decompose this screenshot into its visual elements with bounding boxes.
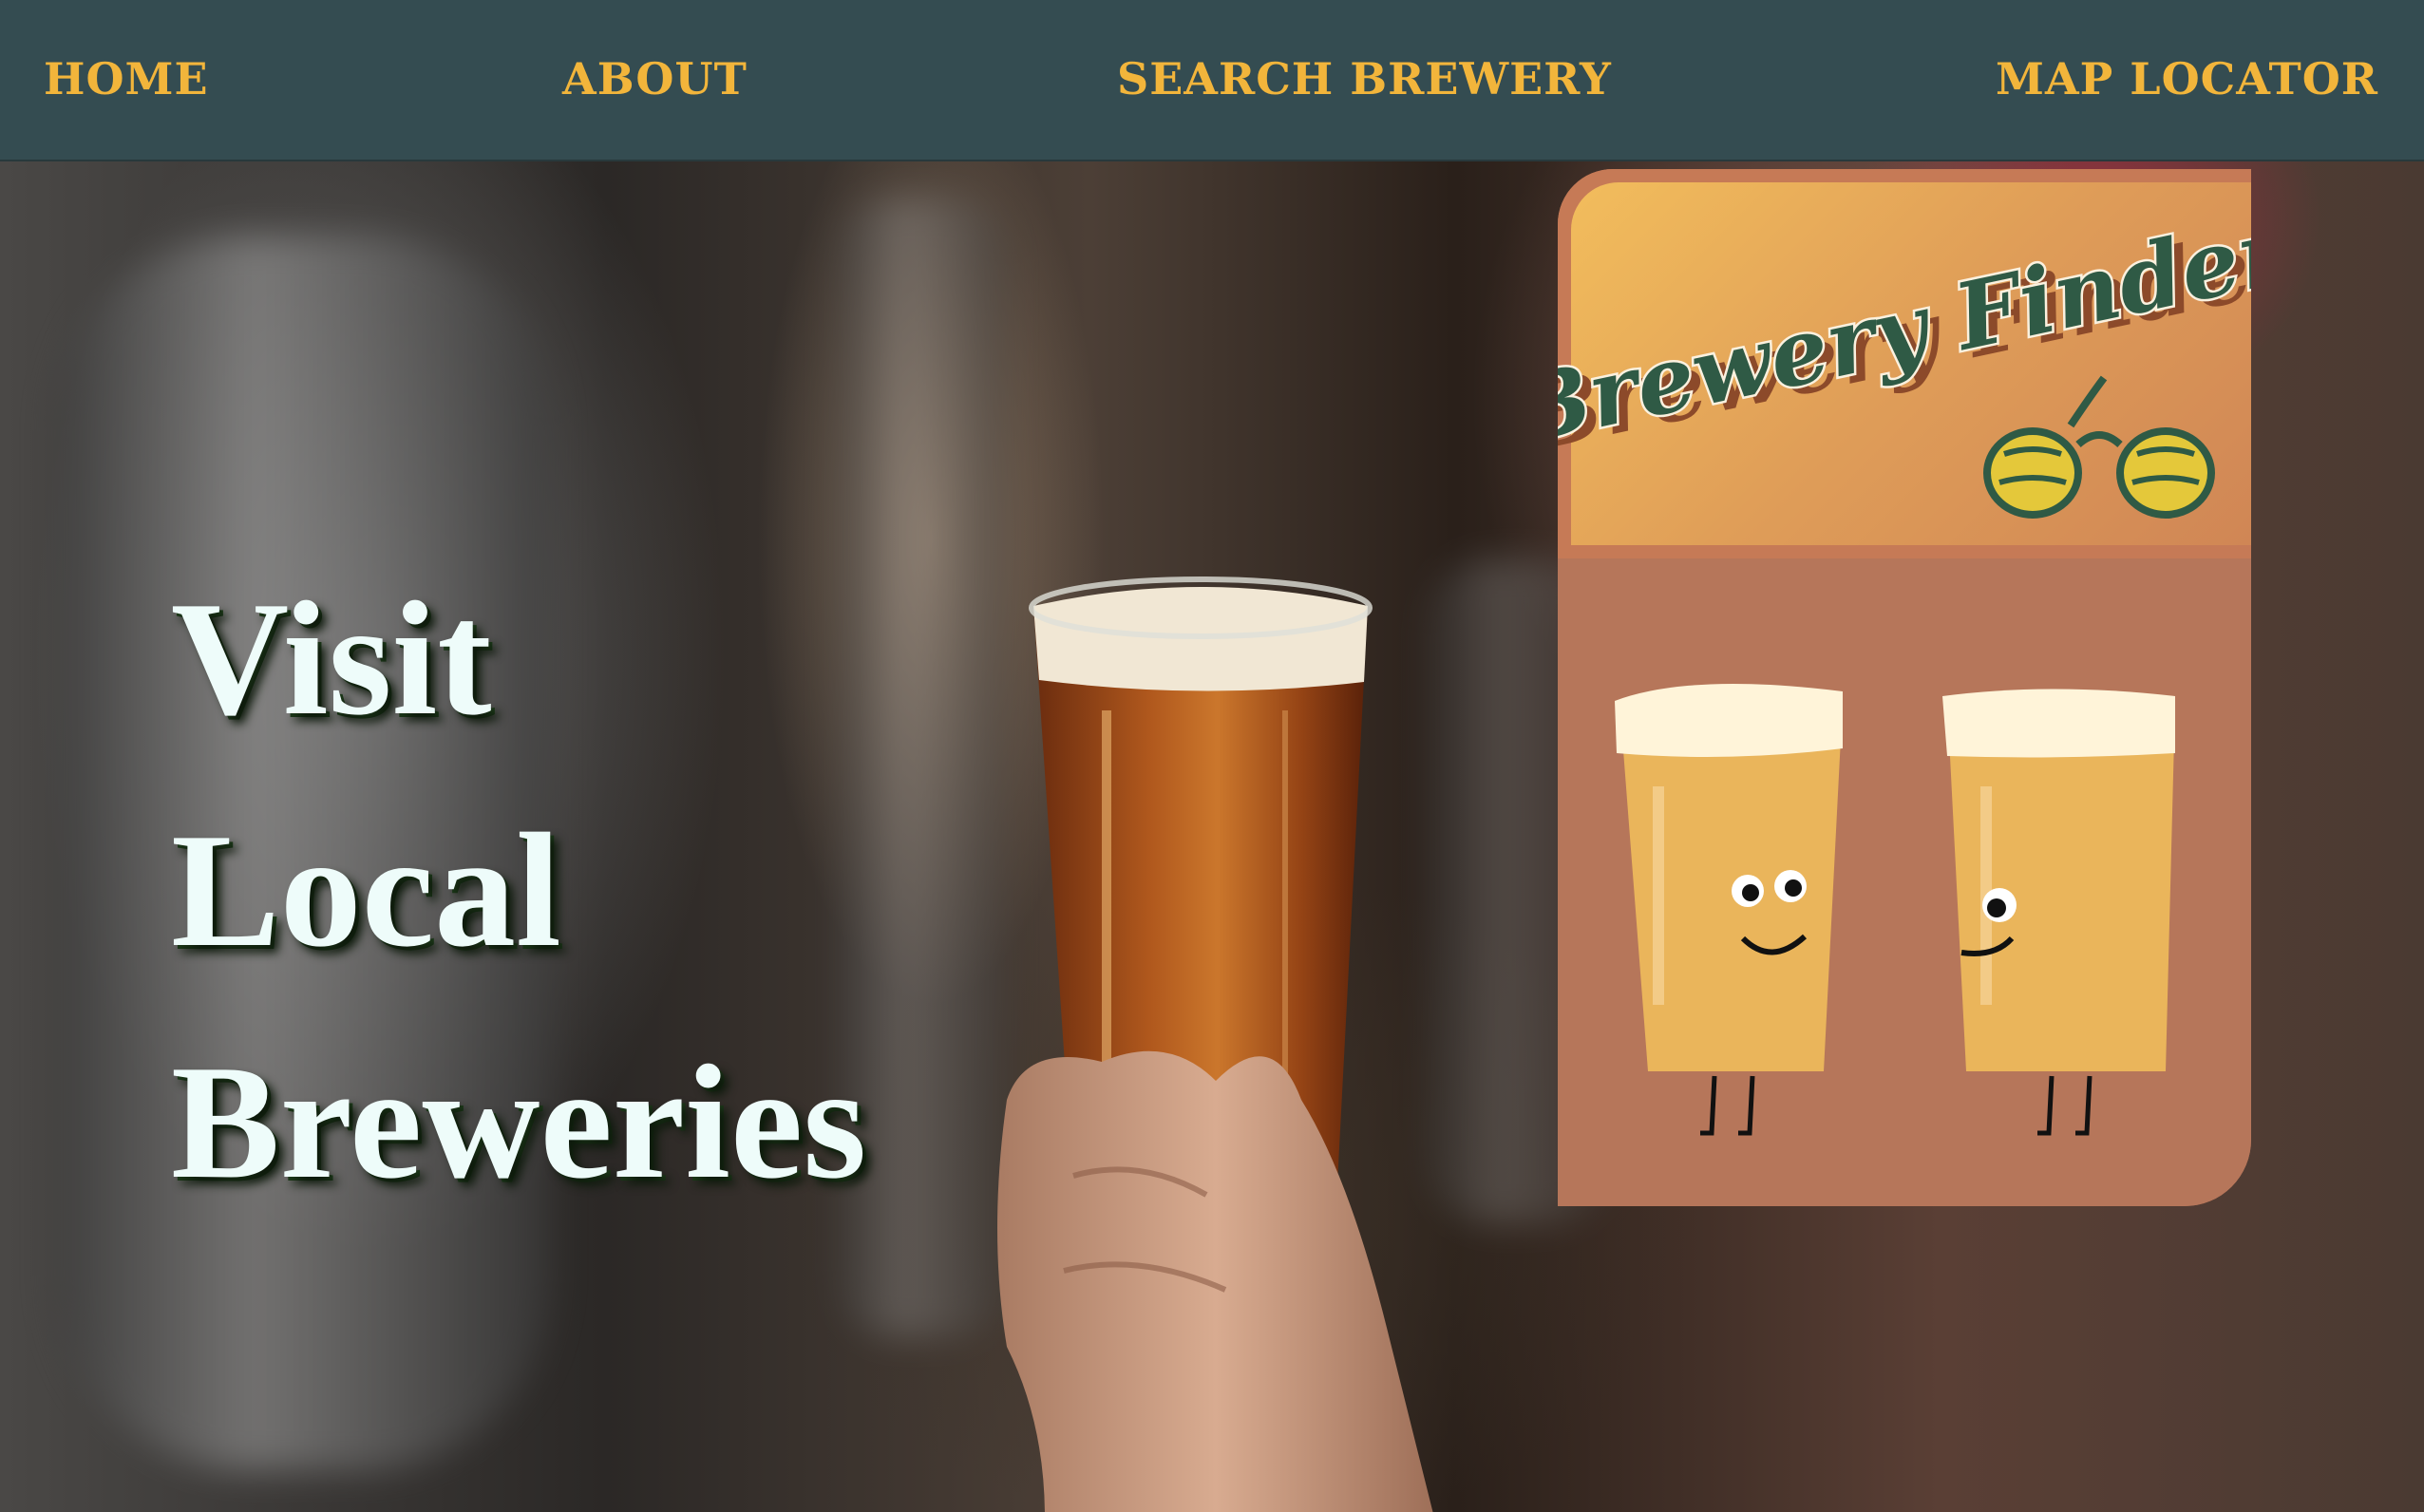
headline-line-visit: Visit	[171, 569, 492, 749]
brewery-finder-logo: Brewery Finder Brewery Finder	[1558, 193, 2251, 519]
nav-link-about[interactable]: ABOUT	[562, 52, 748, 105]
nav-link-map-locator[interactable]: MAP LOCATOR	[1996, 52, 2378, 105]
headline-line-local: Local	[171, 801, 561, 981]
hand-shape	[997, 1050, 1433, 1512]
hero-headline: Visit Local Breweries	[171, 543, 866, 1238]
page: HOME ABOUT SEARCH BREWERY MAP LOCATOR Vi…	[0, 0, 2424, 1512]
nav-link-search-brewery[interactable]: SEARCH BREWERY	[1117, 52, 1612, 105]
headline-line-breweries: Breweries	[171, 1032, 867, 1213]
two-beer-glasses-illustration	[1615, 684, 2175, 1136]
logo-text: Brewery Finder	[1558, 195, 2251, 465]
finder-card-illustration	[1558, 558, 2251, 1206]
hops-icon	[1983, 375, 2215, 519]
finder-card-header: Brewery Finder Brewery Finder	[1558, 169, 2251, 558]
top-navigation-bar: HOME ABOUT SEARCH BREWERY MAP LOCATOR	[0, 0, 2424, 161]
nav-link-home[interactable]: HOME	[44, 52, 209, 105]
smiling-beer-glass-right-icon	[1942, 689, 2175, 1136]
hand-holding-beer-image	[997, 576, 1433, 1512]
smiling-beer-glass-left-icon	[1615, 684, 1843, 1136]
brewery-finder-card: Brewery Finder Brewery Finder	[1558, 169, 2251, 1206]
